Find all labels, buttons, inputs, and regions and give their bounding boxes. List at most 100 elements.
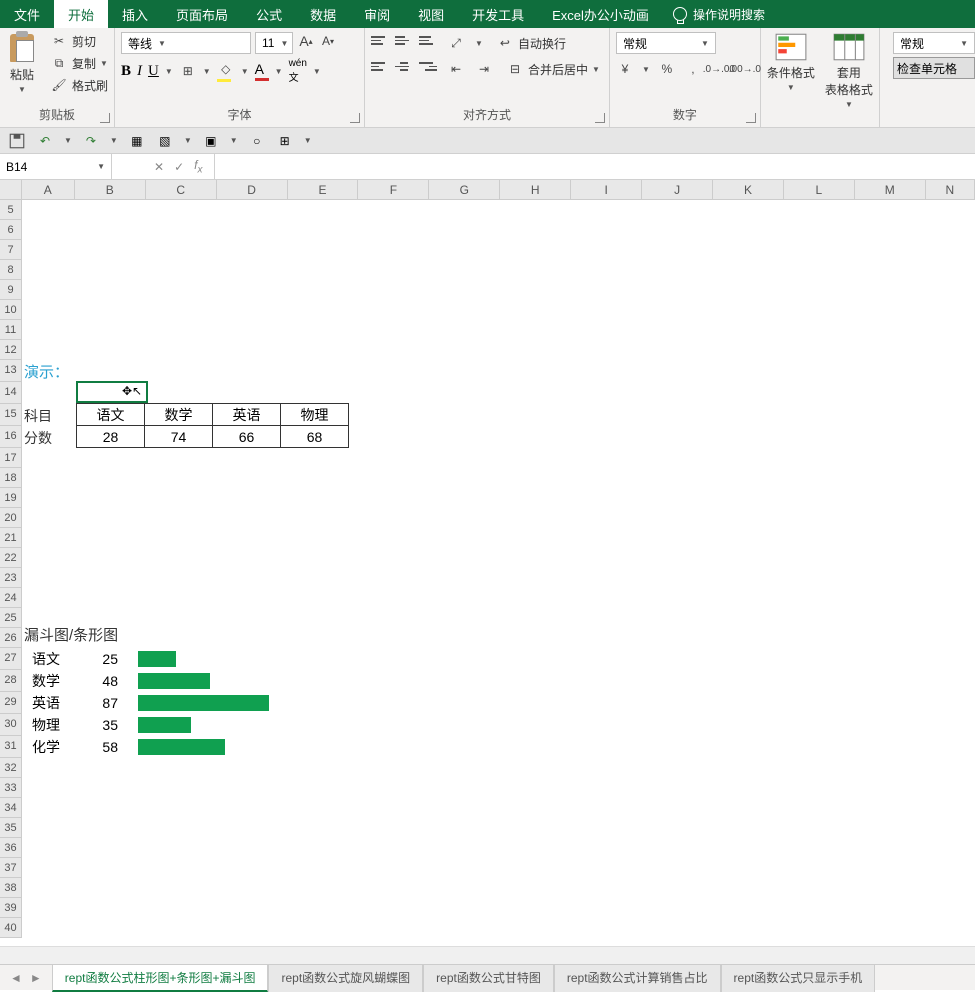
row-header-26[interactable]: 26 [0,628,22,648]
row-header-9[interactable]: 9 [0,280,22,300]
increase-decimal-button[interactable]: .0→.00 [710,60,728,78]
row-header-20[interactable]: 20 [0,508,22,528]
row-header-31[interactable]: 31 [0,736,22,758]
col-header-H[interactable]: H [500,180,571,199]
decrease-indent-button[interactable]: ⇤ [447,60,465,78]
font-name-select[interactable]: 等线▼ [121,32,251,54]
row-header-17[interactable]: 17 [0,448,22,468]
copy-button[interactable]: ⧉复制▼ [50,54,108,72]
table-cell[interactable]: 语文 [77,404,145,426]
qat-btn-2[interactable]: ▧ [156,132,174,150]
qat-btn-3[interactable]: ▣ [202,132,220,150]
qat-btn-1[interactable]: ▦ [128,132,146,150]
row-header-19[interactable]: 19 [0,488,22,508]
paste-button[interactable]: 粘贴 ▼ [6,32,44,94]
row-header-35[interactable]: 35 [0,818,22,838]
check-cell-button[interactable]: 检查单元格 [893,57,975,79]
qat-btn-4[interactable]: ○ [248,132,266,150]
table-cell[interactable]: 68 [281,426,349,448]
increase-font-icon[interactable]: A▴ [297,32,315,50]
percent-button[interactable]: % [658,60,676,78]
underline-button[interactable]: U [148,63,159,80]
col-header-E[interactable]: E [288,180,359,199]
row-header-34[interactable]: 34 [0,798,22,818]
accounting-format-button[interactable]: ¥ [616,60,634,78]
spreadsheet-grid[interactable]: ABCDEFGHIJKLMN 5678910111213141516171819… [0,180,975,938]
font-size-select[interactable]: 11▼ [255,32,293,54]
table-cell[interactable]: 66 [213,426,281,448]
tab-data[interactable]: 数据 [296,0,350,28]
row-header-39[interactable]: 39 [0,898,22,918]
decrease-decimal-button[interactable]: .00→.0 [736,60,754,78]
row-header-18[interactable]: 18 [0,468,22,488]
row-header-37[interactable]: 37 [0,858,22,878]
tab-file[interactable]: 文件 [0,0,54,28]
format-painter-button[interactable]: 🖌格式刷 [50,76,108,94]
border-button[interactable]: ⊞ [179,62,197,80]
row-header-21[interactable]: 21 [0,528,22,548]
tab-page-layout[interactable]: 页面布局 [162,0,242,28]
dialog-launcher-icon[interactable] [350,113,360,123]
tab-review[interactable]: 审阅 [350,0,404,28]
col-header-N[interactable]: N [926,180,975,199]
row-header-40[interactable]: 40 [0,918,22,938]
tab-view[interactable]: 视图 [404,0,458,28]
row-header-29[interactable]: 29 [0,692,22,714]
sheet-nav-next[interactable]: ► [30,971,42,985]
col-header-J[interactable]: J [642,180,713,199]
conditional-format-button[interactable]: 条件格式▼ [767,32,815,109]
align-middle-button[interactable] [395,36,413,50]
qat-btn-5[interactable]: ⊞ [276,132,294,150]
name-box[interactable]: B14▼ [0,154,112,179]
row-header-30[interactable]: 30 [0,714,22,736]
style-select[interactable]: 常规▼ [893,32,975,54]
table-cell[interactable]: 28 [77,426,145,448]
sheet-tab[interactable]: rept函数公式柱形图+条形图+漏斗图 [52,964,269,992]
tell-me-search[interactable]: 操作说明搜索 [663,0,775,28]
align-bottom-button[interactable] [419,36,437,50]
row-header-25[interactable]: 25 [0,608,22,628]
undo-button[interactable]: ↶ [36,132,54,150]
col-header-I[interactable]: I [571,180,642,199]
sheet-tab[interactable]: rept函数公式甘特图 [423,964,554,992]
row-header-22[interactable]: 22 [0,548,22,568]
row-header-32[interactable]: 32 [0,758,22,778]
row-header-28[interactable]: 28 [0,670,22,692]
row-header-14[interactable]: 14 [0,382,22,404]
enter-button[interactable]: ✓ [174,160,184,174]
align-top-button[interactable] [371,36,389,50]
row-header-38[interactable]: 38 [0,878,22,898]
row-header-11[interactable]: 11 [0,320,22,340]
align-right-button[interactable] [419,62,437,76]
dialog-launcher-icon[interactable] [100,113,110,123]
row-header-12[interactable]: 12 [0,340,22,360]
dialog-launcher-icon[interactable] [595,113,605,123]
row-header-7[interactable]: 7 [0,240,22,260]
sheet-tab[interactable]: rept函数公式计算销售占比 [554,964,721,992]
phonetic-button[interactable]: wén文 [289,58,307,84]
table-cell[interactable]: 英语 [213,404,281,426]
cancel-button[interactable]: ✕ [154,160,164,174]
bold-button[interactable]: B [121,63,131,80]
table-cell[interactable]: 数学 [145,404,213,426]
table-cell[interactable]: 74 [145,426,213,448]
tab-insert[interactable]: 插入 [108,0,162,28]
col-header-C[interactable]: C [146,180,217,199]
number-format-select[interactable]: 常规▼ [616,32,716,54]
comma-button[interactable]: , [684,60,702,78]
save-button[interactable] [8,132,26,150]
row-header-10[interactable]: 10 [0,300,22,320]
row-header-24[interactable]: 24 [0,588,22,608]
row-header-23[interactable]: 23 [0,568,22,588]
table-cell[interactable]: 物理 [281,404,349,426]
redo-button[interactable]: ↷ [82,132,100,150]
tab-formulas[interactable]: 公式 [242,0,296,28]
row-header-8[interactable]: 8 [0,260,22,280]
col-header-M[interactable]: M [855,180,926,199]
col-header-G[interactable]: G [429,180,500,199]
row-header-16[interactable]: 16 [0,426,22,448]
sheet-tab[interactable]: rept函数公式只显示手机 [721,964,876,992]
italic-button[interactable]: I [137,63,142,80]
tab-addin[interactable]: Excel办公小动画 [538,0,663,28]
decrease-font-icon[interactable]: A▾ [319,32,337,50]
